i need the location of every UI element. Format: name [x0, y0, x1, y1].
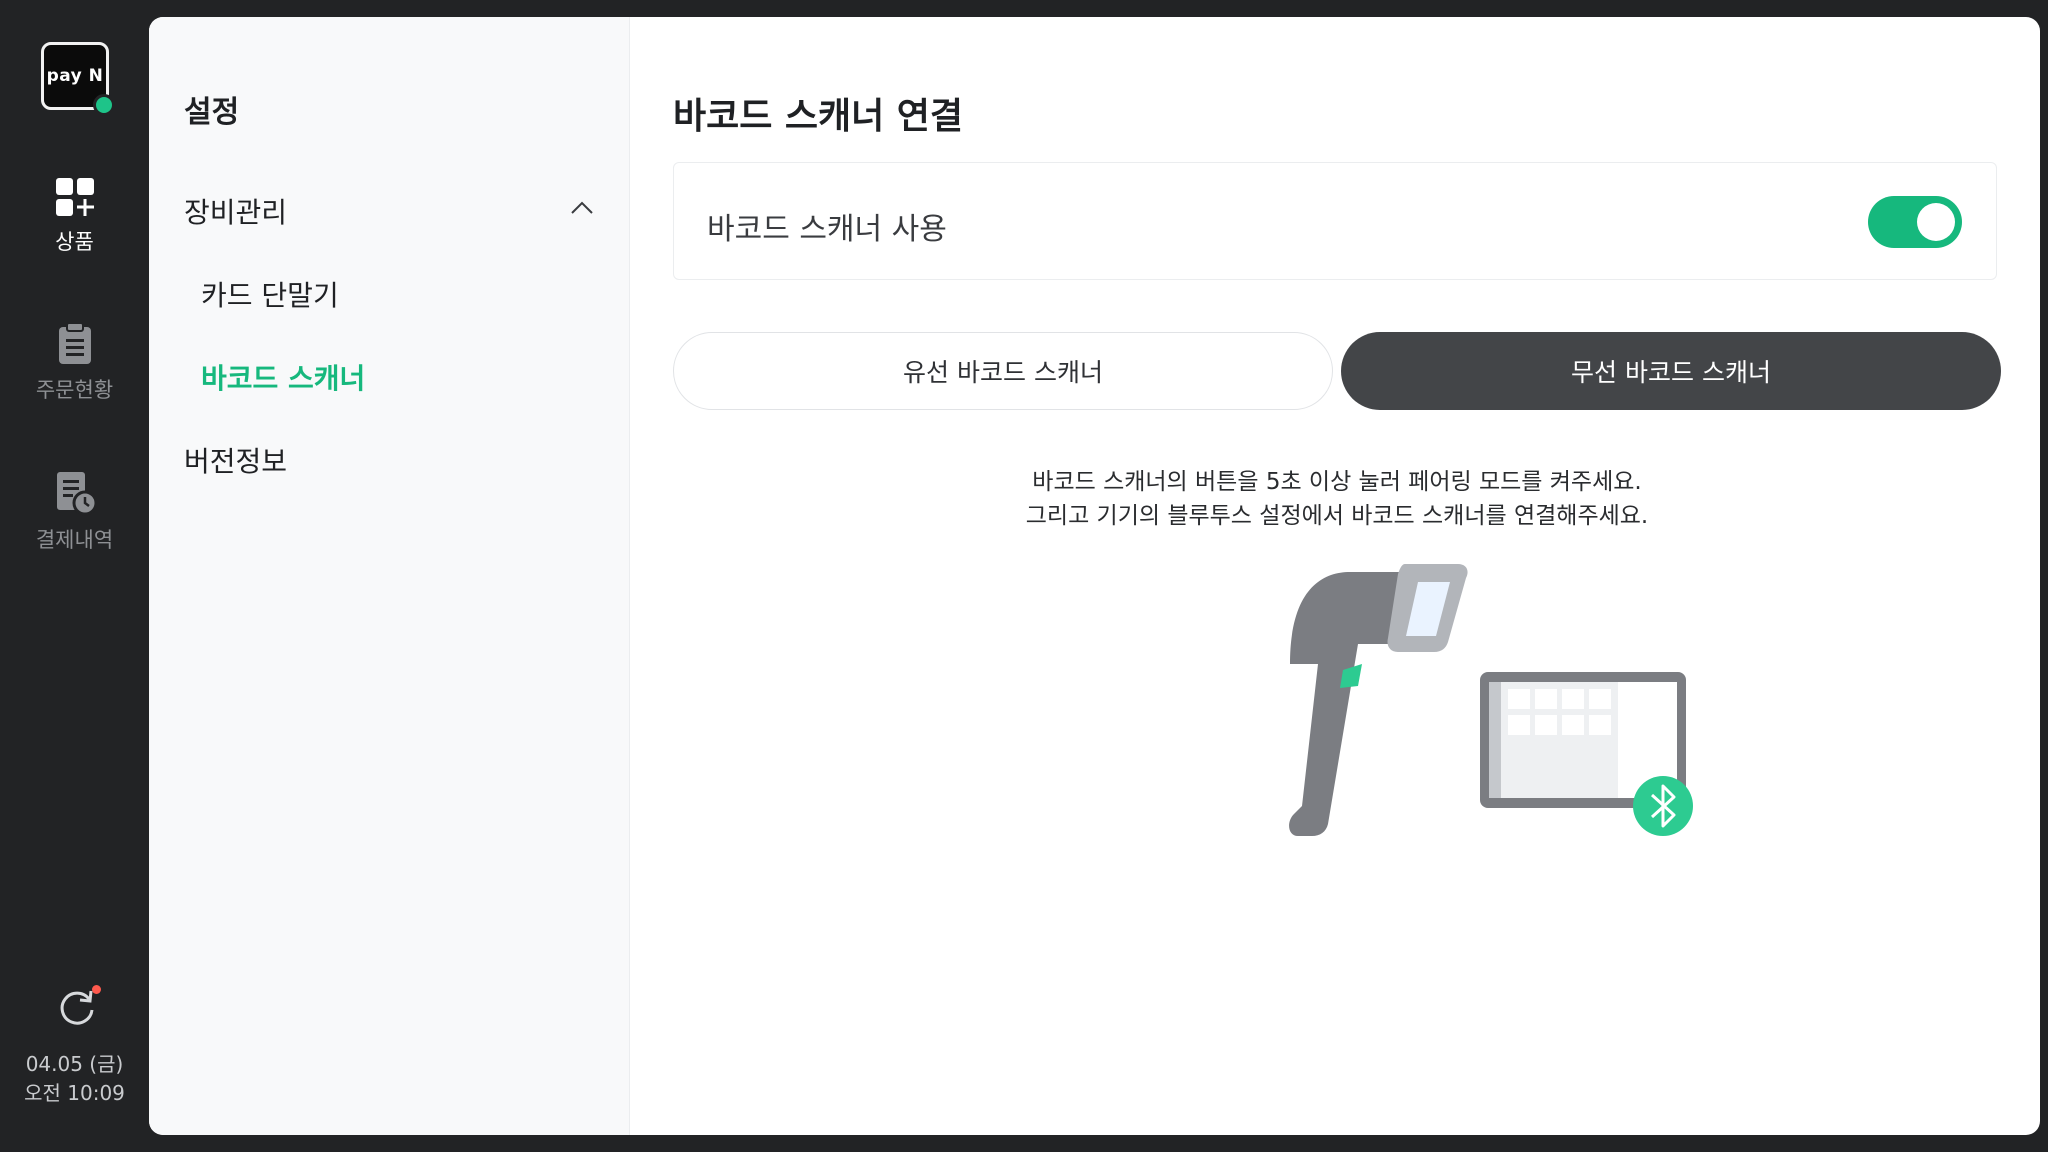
- sidebar-group-device-management[interactable]: 장비관리: [184, 191, 287, 231]
- online-status-dot: [93, 94, 115, 116]
- scanner-tablet-illustration: [1289, 564, 1693, 836]
- settings-title: 설정: [184, 95, 240, 130]
- rail-item-label: 상품: [55, 230, 94, 254]
- date-text: 04.05 (금): [25, 1052, 124, 1076]
- datetime: 04.05 (금) 오전 10:09: [0, 1050, 149, 1108]
- tab-wireless-scanner[interactable]: 무선 바코드 스캐너: [1341, 332, 2001, 410]
- sidebar-item-barcode-scanner[interactable]: 바코드 스캐너: [201, 357, 365, 397]
- time-text: 오전 10:09: [24, 1081, 125, 1105]
- main-panel: 설정 장비관리 카드 단말기 바코드 스캐너 버전정보 바코드 스캐너 연결 바…: [149, 17, 2040, 1135]
- page-title: 바코드 스캐너 연결: [673, 96, 964, 137]
- rail-item-orders[interactable]: 주문현황: [0, 322, 149, 404]
- product-grid-icon: [55, 178, 94, 216]
- toggle-card: 바코드 스캐너 사용: [673, 162, 1997, 280]
- settings-sidebar: 설정 장비관리 카드 단말기 바코드 스캐너 버전정보: [149, 17, 630, 1135]
- instruction-line-1: 바코드 스캐너의 버튼을 5초 이상 눌러 페어링 모드를 켜주세요.: [1032, 469, 1642, 495]
- bluetooth-icon: [1633, 776, 1693, 836]
- tab-wired-scanner[interactable]: 유선 바코드 스캐너: [673, 332, 1333, 410]
- barcode-scanner-icon: [1289, 564, 1468, 836]
- sidebar-item-version-info[interactable]: 버전정보: [184, 440, 287, 480]
- sidebar-item-card-terminal[interactable]: 카드 단말기: [201, 274, 339, 314]
- instruction-line-2: 그리고 기기의 블루투스 설정에서 바코드 스캐너를 연결해주세요.: [1025, 503, 1649, 529]
- notification-dot: [92, 985, 101, 994]
- toggle-knob: [1917, 203, 1955, 241]
- toggle-label: 바코드 스캐너 사용: [707, 212, 947, 247]
- chevron-up-icon[interactable]: [568, 195, 596, 223]
- rail-item-label: 결제내역: [35, 528, 114, 552]
- rail-item-label: 주문현황: [35, 378, 114, 402]
- rail-item-product[interactable]: 상품: [0, 176, 149, 256]
- rail-item-payments[interactable]: 결제내역: [0, 470, 149, 554]
- receipt-clock-icon: [56, 472, 97, 516]
- left-rail: pay N 상품 주문현황 결제내역 04.05 (금) 오전 10:09: [0, 0, 149, 1152]
- barcode-scanner-toggle[interactable]: [1868, 196, 1962, 248]
- content-area: 바코드 스캐너 연결 바코드 스캐너 사용 유선 바코드 스캐너 무선 바코드 …: [630, 17, 2040, 1135]
- logo: pay N: [41, 42, 115, 116]
- clipboard-icon: [58, 322, 91, 364]
- logo-text: pay N: [46, 66, 104, 86]
